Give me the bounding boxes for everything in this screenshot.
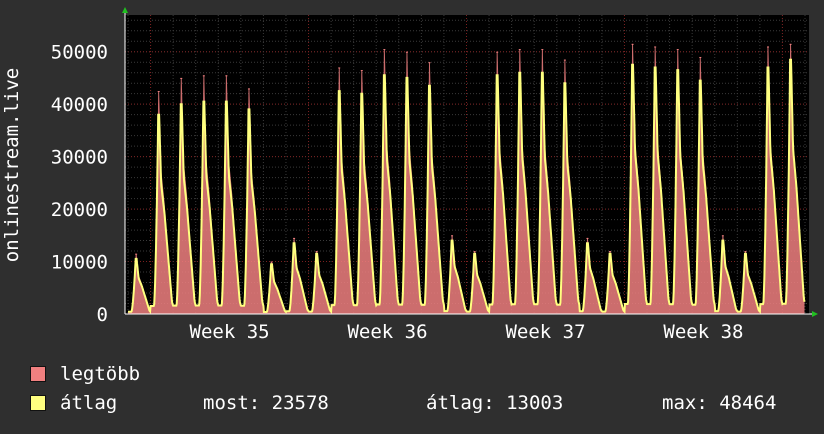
y-axis-label: onlinestream.live bbox=[1, 68, 23, 262]
x-tick-label-2: Week 37 bbox=[505, 321, 585, 343]
legend-label-max: legtöbb bbox=[60, 363, 141, 385]
legend-swatch-max bbox=[30, 366, 46, 382]
y-tick-label-4: 40000 bbox=[51, 94, 108, 116]
y-tick-label-3: 30000 bbox=[51, 147, 108, 169]
stat-max: max: 48464 bbox=[662, 392, 777, 414]
legend-row-max: legtöbb bbox=[30, 363, 820, 385]
y-tick-label-2: 20000 bbox=[51, 199, 108, 221]
x-tick-label-1: Week 36 bbox=[347, 321, 427, 343]
y-axis-arrow bbox=[122, 7, 128, 13]
y-tick-label-1: 10000 bbox=[51, 252, 108, 274]
y-tick-label-0: 0 bbox=[97, 304, 108, 326]
y-tick-label-5: 50000 bbox=[51, 42, 108, 64]
x-tick-label-3: Week 38 bbox=[663, 321, 743, 343]
x-tick-label-0: Week 35 bbox=[190, 321, 270, 343]
stat-most: most: 23578 bbox=[203, 392, 329, 414]
stat-atlag: átlag: 13003 bbox=[426, 392, 564, 414]
x-axis-arrow bbox=[812, 311, 818, 317]
chart: 0 10000 20000 30000 40000 50000 Week 35 Week 36… bbox=[0, 0, 824, 430]
legend-label-avg: átlag bbox=[60, 392, 118, 414]
legend-row-avg: átlag most: 23578 átlag: 13003 max: 4846… bbox=[30, 392, 820, 414]
legend-swatch-avg bbox=[30, 395, 46, 411]
